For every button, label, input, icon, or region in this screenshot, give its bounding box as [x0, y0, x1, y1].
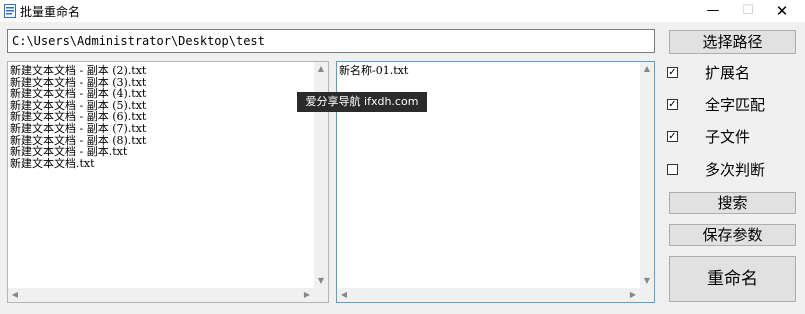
checkbox-label: 多次判断 [705, 161, 766, 179]
save-params-button[interactable]: 保存参数 [669, 224, 796, 246]
scroll-left-arrow-icon[interactable]: ◀ [337, 288, 351, 302]
list-item[interactable]: 新建文本文档.txt [10, 158, 146, 170]
scroll-left-arrow-icon[interactable]: ◀ [8, 288, 22, 302]
scroll-up-arrow-icon[interactable]: ▲ [314, 62, 328, 76]
scroll-down-arrow-icon[interactable]: ▼ [314, 274, 328, 288]
subfolder-checkbox[interactable]: ✓ 子文件 [667, 128, 797, 146]
scroll-corner [314, 288, 328, 302]
list-item[interactable]: 新名称-01.txt [339, 65, 408, 77]
checkmark-icon[interactable]: ✓ [667, 99, 678, 110]
scroll-right-arrow-icon[interactable]: ▶ [626, 288, 640, 302]
vertical-scrollbar[interactable]: ▲ ▼ [640, 62, 654, 288]
list-item[interactable]: 新建文本文档 - 副本.txt [10, 146, 146, 158]
title-bar: 批量重命名 — ☐ ✕ [0, 0, 805, 22]
horizontal-scrollbar[interactable]: ◀ ▶ [8, 288, 314, 302]
whole-word-checkbox[interactable]: ✓ 全字匹配 [667, 96, 797, 114]
checkbox-box[interactable] [667, 164, 678, 175]
source-file-items: 新建文本文档 - 副本 (2).txt 新建文本文档 - 副本 (3).txt 新建… [10, 65, 146, 169]
checkbox-label: 全字匹配 [705, 96, 766, 114]
window-title: 批量重命名 [20, 5, 81, 19]
scroll-corner [640, 288, 654, 302]
list-item[interactable]: 新建文本文档 - 副本 (7).txt [10, 123, 146, 135]
select-path-button[interactable]: 选择路径 [669, 30, 796, 54]
scroll-down-arrow-icon[interactable]: ▼ [640, 274, 654, 288]
checkbox-label: 扩展名 [705, 64, 751, 82]
checkmark-icon[interactable]: ✓ [667, 131, 678, 142]
scroll-right-arrow-icon[interactable]: ▶ [300, 288, 314, 302]
source-file-list[interactable]: 新建文本文档 - 副本 (2).txt 新建文本文档 - 副本 (3).txt 新建… [7, 61, 329, 303]
multi-check-checkbox[interactable]: 多次判断 [667, 161, 797, 179]
extension-checkbox[interactable]: ✓ 扩展名 [667, 64, 797, 82]
checkmark-icon[interactable]: ✓ [667, 67, 678, 78]
watermark: 爱分享导航 ifxdh.com [297, 92, 427, 112]
search-button[interactable]: 搜索 [669, 192, 796, 214]
list-item[interactable]: 新建文本文档 - 副本 (2).txt [10, 65, 146, 77]
app-document-icon [4, 4, 16, 18]
path-input[interactable]: C:\Users\Administrator\Desktop\test [7, 29, 655, 53]
checkbox-label: 子文件 [705, 128, 751, 146]
close-button[interactable]: ✕ [759, 0, 805, 22]
target-file-items: 新名称-01.txt [339, 65, 408, 77]
horizontal-scrollbar[interactable]: ◀ ▶ [337, 288, 640, 302]
scroll-up-arrow-icon[interactable]: ▲ [640, 62, 654, 76]
rename-button[interactable]: 重命名 [669, 256, 796, 302]
